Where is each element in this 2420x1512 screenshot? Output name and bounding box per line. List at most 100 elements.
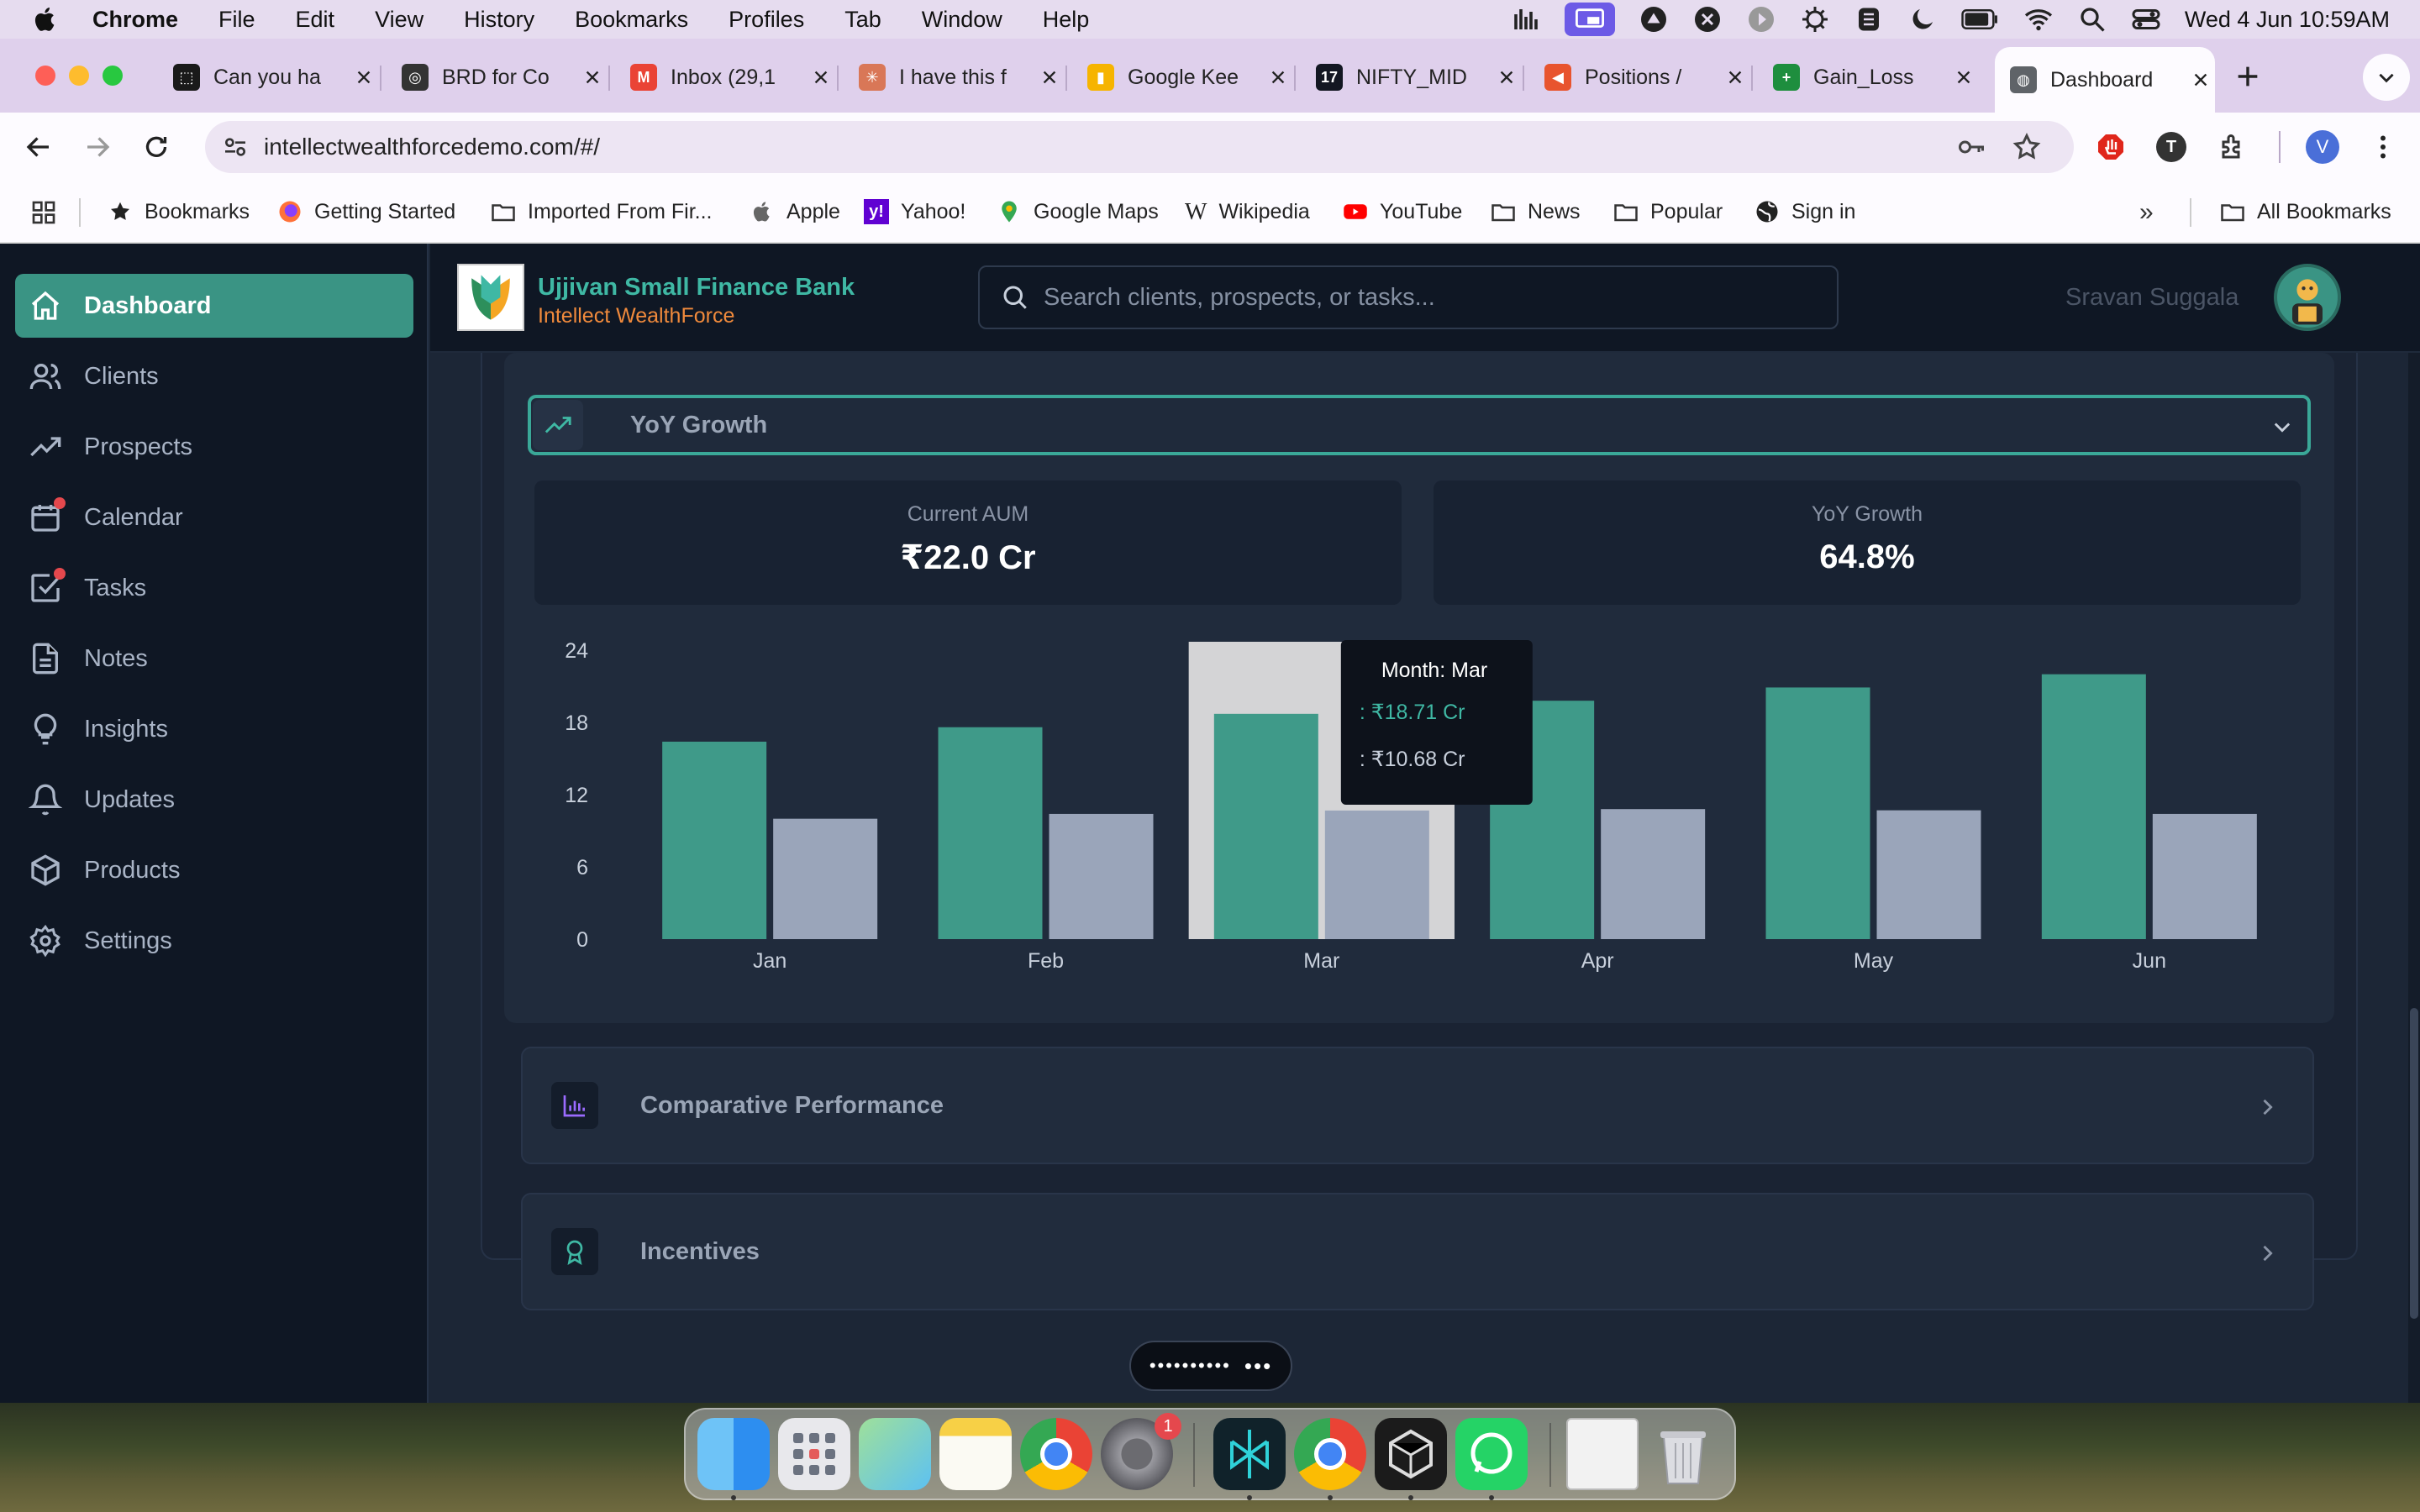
- close-tab-icon[interactable]: [812, 68, 830, 87]
- close-tab-icon[interactable]: [1269, 68, 1287, 87]
- apple-logo-icon[interactable]: [30, 4, 60, 34]
- floating-toolbar-pill[interactable]: •••••••••• •••: [1129, 1341, 1292, 1391]
- bookmark-wikipedia[interactable]: W Wikipedia: [1185, 181, 1310, 242]
- chrome-icon[interactable]: [1020, 1418, 1092, 1490]
- profile-avatar[interactable]: V: [2306, 130, 2339, 164]
- sidebar-item-calendar[interactable]: Calendar: [15, 486, 413, 549]
- maximize-window-button[interactable]: [103, 66, 123, 86]
- tab-search-button[interactable]: [2363, 54, 2410, 101]
- bank-logo[interactable]: [457, 264, 524, 331]
- menu-profiles[interactable]: Profiles: [729, 7, 804, 33]
- new-tab-icon[interactable]: [2233, 62, 2262, 91]
- sidebar-item-prospects[interactable]: Prospects: [15, 415, 413, 479]
- control-center-icon[interactable]: [2131, 4, 2161, 34]
- moon-icon[interactable]: [1907, 4, 1938, 34]
- search-box[interactable]: [978, 265, 1839, 329]
- sidebar-item-insights[interactable]: Insights: [15, 697, 413, 761]
- sidebar-item-notes[interactable]: Notes: [15, 627, 413, 690]
- bookmark-bookmarks[interactable]: Bookmarks: [108, 181, 250, 242]
- launchpad-icon[interactable]: [778, 1418, 850, 1490]
- chrome-profile-icon[interactable]: [1294, 1418, 1366, 1490]
- menu-history[interactable]: History: [464, 7, 534, 33]
- bookmark-youtube[interactable]: YouTube: [1343, 181, 1462, 242]
- trash-icon[interactable]: [1647, 1418, 1719, 1490]
- menu-tab[interactable]: Tab: [844, 7, 881, 33]
- forward-arrow-icon[interactable]: [82, 132, 113, 162]
- notes-icon[interactable]: [939, 1418, 1012, 1490]
- whatsapp-icon[interactable]: [1455, 1418, 1528, 1490]
- menu-bookmarks[interactable]: Bookmarks: [575, 7, 688, 33]
- bookmark-google-maps[interactable]: Google Maps: [997, 181, 1159, 242]
- close-tab-icon[interactable]: [1497, 68, 1516, 87]
- play-icon[interactable]: [1746, 4, 1776, 34]
- sidebar-item-tasks[interactable]: Tasks: [15, 556, 413, 620]
- browser-tab[interactable]: ◍ Dashboard: [1995, 47, 2215, 113]
- browser-tab[interactable]: ⬚ Can you ha: [158, 52, 375, 102]
- sidebar-item-updates[interactable]: Updates: [15, 768, 413, 832]
- downloads-stack-icon[interactable]: [1566, 1418, 1639, 1490]
- maps-icon[interactable]: [859, 1418, 931, 1490]
- apps-grid-icon[interactable]: [30, 199, 57, 226]
- close-tab-icon[interactable]: [1954, 68, 1973, 87]
- site-info-icon[interactable]: [222, 134, 249, 160]
- password-key-icon[interactable]: [1956, 132, 1986, 162]
- extensions-puzzle-icon[interactable]: [2218, 132, 2249, 162]
- monitor-app-icon[interactable]: [1639, 4, 1669, 34]
- back-arrow-icon[interactable]: [24, 132, 54, 162]
- bookmark-sign-in[interactable]: Sign in: [1754, 181, 1855, 242]
- search-input[interactable]: [1044, 283, 1817, 312]
- bug-icon[interactable]: [1800, 4, 1830, 34]
- browser-tab[interactable]: ◀ Positions /: [1529, 52, 1746, 102]
- close-tab-icon[interactable]: [2191, 71, 2210, 89]
- bookmarks-overflow-icon[interactable]: »: [2139, 198, 2154, 227]
- extension-t-icon[interactable]: T: [2156, 132, 2186, 162]
- all-bookmarks[interactable]: All Bookmarks: [2220, 181, 2391, 242]
- minimize-window-button[interactable]: [69, 66, 89, 86]
- cursor-app-icon[interactable]: [1375, 1418, 1447, 1490]
- sidebar-item-clients[interactable]: Clients: [15, 344, 413, 408]
- menu-file[interactable]: File: [218, 7, 255, 33]
- yoy-growth-header[interactable]: YoY Growth: [528, 395, 2311, 455]
- menu-help[interactable]: Help: [1043, 7, 1090, 33]
- bookmark-news[interactable]: News: [1491, 181, 1581, 242]
- comparative-performance-section[interactable]: Comparative Performance: [521, 1047, 2314, 1164]
- perplexity-icon[interactable]: [1213, 1418, 1286, 1490]
- close-window-button[interactable]: [35, 66, 55, 86]
- bookmark-star-icon[interactable]: [2012, 132, 2042, 162]
- menu-app-name[interactable]: Chrome: [92, 7, 178, 33]
- bookmark-yahoo[interactable]: y! Yahoo!: [864, 181, 965, 242]
- adblock-extension-icon[interactable]: [2096, 132, 2126, 162]
- avatar[interactable]: [2274, 264, 2341, 331]
- finder-icon[interactable]: [697, 1418, 770, 1490]
- bookmark-popular[interactable]: Popular: [1613, 181, 1723, 242]
- sidebar-item-products[interactable]: Products: [15, 838, 413, 902]
- stats-icon[interactable]: [1511, 4, 1541, 34]
- bookmark-imported[interactable]: Imported From Fir...: [491, 181, 712, 242]
- vpn-icon[interactable]: [1692, 4, 1723, 34]
- close-tab-icon[interactable]: [355, 68, 373, 87]
- browser-tab[interactable]: + Gain_Loss: [1758, 52, 1975, 102]
- browser-tab[interactable]: 17 NIFTY_MID: [1301, 52, 1518, 102]
- screen-share-icon[interactable]: [1564, 3, 1615, 36]
- browser-tab[interactable]: ✳ I have this f: [844, 52, 1060, 102]
- bookmark-apple[interactable]: Apple: [750, 181, 840, 242]
- battery-icon[interactable]: [1961, 4, 2000, 34]
- menu-edit[interactable]: Edit: [296, 7, 335, 33]
- close-tab-icon[interactable]: [1040, 68, 1059, 87]
- incentives-section[interactable]: Incentives: [521, 1193, 2314, 1310]
- spotlight-search-icon[interactable]: [2077, 4, 2107, 34]
- scrollbar-thumb[interactable]: [2410, 1008, 2418, 1319]
- shield-icon[interactable]: [1854, 4, 1884, 34]
- browser-tab[interactable]: ◎ BRD for Co: [387, 52, 603, 102]
- close-tab-icon[interactable]: [583, 68, 602, 87]
- close-tab-icon[interactable]: [1726, 68, 1744, 87]
- browser-tab[interactable]: M Inbox (29,1: [615, 52, 832, 102]
- user-name[interactable]: Sravan Suggala: [2065, 284, 2238, 312]
- menubar-datetime[interactable]: Wed 4 Jun 10:59AM: [2185, 7, 2390, 33]
- yoy-bar-chart[interactable]: 0 6 12 18 24 Jan Feb Mar Apr May Jun Month: Mar: ₹1…: [531, 620, 2312, 973]
- reload-icon[interactable]: [141, 132, 171, 162]
- menu-view[interactable]: View: [375, 7, 424, 33]
- address-bar[interactable]: intellectwealthforcedemo.com/#/: [205, 121, 2074, 173]
- menu-window[interactable]: Window: [922, 7, 1002, 33]
- more-options-icon[interactable]: [2368, 132, 2398, 162]
